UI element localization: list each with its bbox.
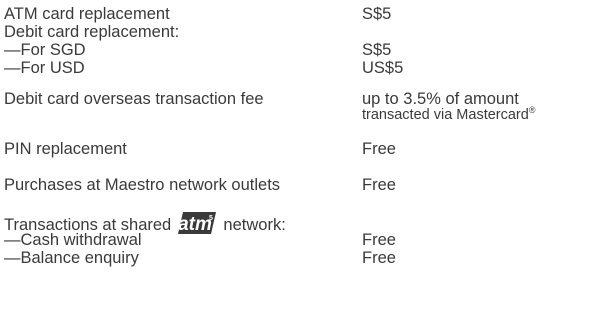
for-sgd-label: —For SGD — [4, 41, 86, 59]
atm-replacement-value: S$5 — [362, 5, 392, 23]
for-usd-label: —For USD — [4, 59, 85, 77]
atm5-logo-graphic: atm 5 — [177, 212, 216, 234]
overseas-fee-value-line1: up to 3.5% of amount — [362, 90, 519, 108]
for-usd-value: US$5 — [362, 59, 404, 77]
pin-replacement-value: Free — [362, 140, 396, 158]
atm5-logo-superscript: 5 — [209, 215, 213, 222]
debit-replacement-label: Debit card replacement: — [4, 23, 180, 41]
cash-withdrawal-label: —Cash withdrawal — [4, 231, 142, 249]
overseas-fee-label: Debit card overseas transaction fee — [4, 90, 264, 108]
maestro-value: Free — [362, 176, 396, 194]
atm-replacement-label: ATM card replacement — [4, 5, 170, 23]
overseas-fee-value-line2-text: transacted via Mastercard — [362, 107, 529, 123]
atm5-logo-text: atm — [178, 214, 212, 234]
maestro-label: Purchases at Maestro network outlets — [4, 176, 281, 194]
pin-replacement-label: PIN replacement — [4, 140, 127, 158]
balance-enquiry-value: Free — [362, 249, 396, 267]
balance-enquiry-label: —Balance enquiry — [4, 249, 139, 267]
cash-withdrawal-value: Free — [362, 231, 396, 249]
for-sgd-value: S$5 — [362, 41, 392, 59]
registered-mark: ® — [528, 105, 536, 115]
atm5-logo: atm 5 — [177, 212, 216, 234]
overseas-fee-value-line2: transacted via Mastercard® — [362, 105, 536, 124]
shared-network-label-after: network: — [223, 216, 286, 234]
